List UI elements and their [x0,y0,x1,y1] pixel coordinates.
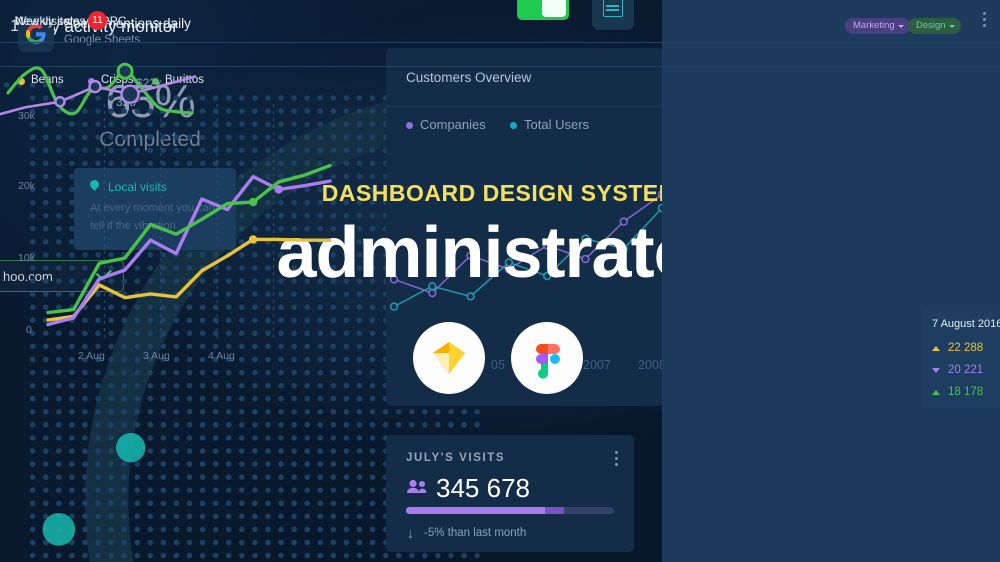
chevron-down-icon [897,25,904,28]
chip-marketing-label: Marketing [853,20,895,31]
arrow-down-icon [932,368,940,373]
customers-overview-title: Customers Overview [406,70,532,85]
status-badge: 11 [88,11,107,30]
legend-dot-total-users [510,122,517,129]
x-tick-4aug: 4 Aug [208,350,235,362]
y-tick-0: 0 [26,324,32,336]
legend-label-total-users: Total Users [524,117,590,132]
julys-visits-value: 345 678 [436,473,530,503]
kebab-menu-icon[interactable] [615,451,618,469]
toggle-knob [542,0,566,17]
tooltip-value-beans: 22 288 [948,342,984,354]
legend-label-companies: Companies [420,117,486,132]
x-tick-3aug: 3 Aug [143,350,170,362]
legend-item-total-users[interactable]: Total Users [510,117,589,132]
tooltip-date: 7 August 2016 [932,318,1000,330]
figma-icon [536,344,560,379]
julys-visits-trend: -5% than last month [424,527,527,539]
tooltip-value-burittos: 18 178 [948,386,984,398]
local-visits-map[interactable]: Local visits At every moment you can tel… [0,82,990,562]
year-tick-0: 05 [491,358,505,372]
divider [386,106,664,107]
progress-fill [406,507,546,514]
julys-visits-card: JULY'S VISITS 345 678 ↓ -5% than last mo… [386,435,634,552]
weekly-sales-sparkline [0,75,196,116]
y-tick-10k: 10k [18,252,35,264]
arrow-up-icon [932,390,940,395]
chip-design-label: Design [916,20,946,31]
chevron-down-icon [948,25,955,28]
daily-activity-panel [662,0,1000,562]
sketch-logo [413,322,485,394]
calendar-icon [603,0,623,17]
kebab-menu-icon[interactable] [983,12,986,30]
toggle-switch[interactable] [517,0,569,20]
calendar-button[interactable] [592,0,634,30]
chart-tooltip: 7 August 2016 22 288 20 221 18 178 [922,308,1000,408]
arrow-down-icon: ↓ [407,525,414,541]
legend-item-companies[interactable]: Companies [406,117,486,132]
weekly-sales-point-label: $22k [136,76,163,90]
map-dot-grid [3,82,990,559]
y-tick-20k: 20k [18,180,35,192]
chip-marketing[interactable]: Marketing [845,18,910,34]
tooltip-value-crisps: 20 221 [948,364,984,376]
weekly-sales-title: Weekly sales [15,14,86,28]
figma-logo [511,322,583,394]
arrow-up-icon [932,346,940,351]
year-tick-1: 2007 [583,358,611,372]
chip-design[interactable]: Design [908,18,961,34]
julys-visits-progress [406,507,614,514]
legend-dot-companies [406,122,413,129]
julys-visits-title: JULY'S VISITS [406,452,506,464]
x-tick-2aug: 2 Aug [78,350,105,362]
people-icon [407,479,427,493]
sketch-icon [433,342,465,374]
social-mentions-chart [46,104,332,338]
